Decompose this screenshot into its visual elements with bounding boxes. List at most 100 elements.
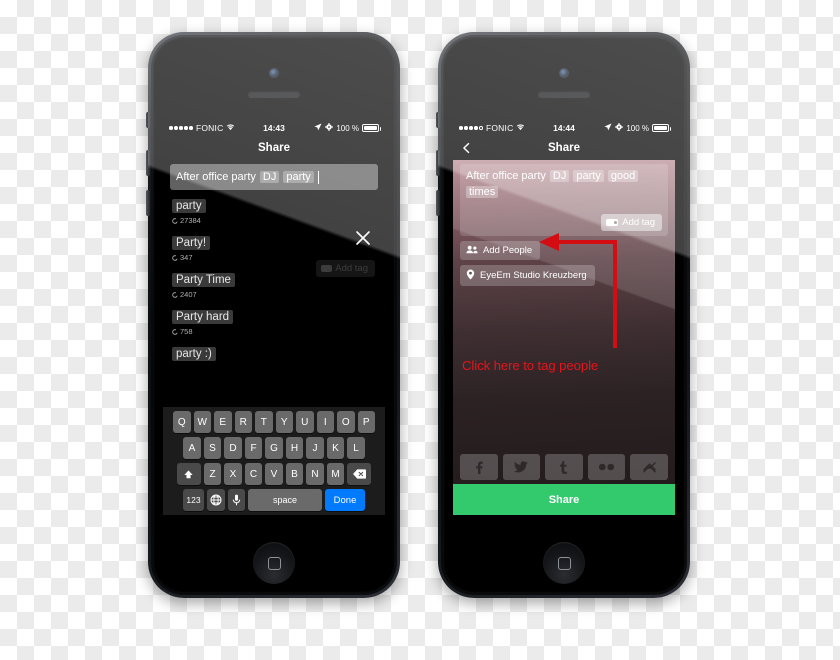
map-pin-icon [466, 269, 475, 283]
caption-text: After office party [466, 170, 546, 182]
volume-up-button[interactable] [436, 150, 440, 176]
numbers-key[interactable]: 123 [183, 489, 204, 511]
mute-switch[interactable] [146, 112, 150, 128]
home-square-icon [267, 556, 281, 570]
key-e[interactable]: E [214, 411, 232, 433]
tag-chip[interactable]: DJ [259, 171, 280, 183]
tag-chip[interactable]: party [573, 170, 604, 182]
key-g[interactable]: G [265, 437, 283, 459]
tumblr-icon[interactable] [545, 454, 583, 480]
volume-down-button[interactable] [146, 190, 150, 216]
microphone-icon[interactable] [227, 489, 245, 511]
keyboard-row-2: A S D F G H J K L [165, 437, 383, 459]
key-z[interactable]: Z [203, 463, 222, 485]
suggestion-tag-label: party :) [172, 347, 216, 361]
tag-chip[interactable]: party [283, 171, 314, 183]
key-d[interactable]: D [224, 437, 242, 459]
key-b[interactable]: B [285, 463, 304, 485]
facebook-icon[interactable] [460, 454, 498, 480]
keyboard-row-1: Q W E R T Y U I O P [165, 411, 383, 433]
key-c[interactable]: C [244, 463, 263, 485]
right-phone: FONIC 14:44 100 % Share After office par… [436, 32, 690, 598]
people-icon [466, 245, 478, 257]
key-j[interactable]: J [306, 437, 324, 459]
keyboard-row-3: Z X C V B N M [165, 463, 383, 485]
keyboard-row-4: 123 space Done [165, 489, 383, 511]
key-t[interactable]: T [255, 411, 273, 433]
home-button[interactable] [253, 542, 295, 584]
list-item[interactable]: Party! 347 [172, 233, 376, 262]
left-screen: FONIC 14:43 100 % Share After office par… [163, 120, 385, 515]
front-camera-icon [270, 69, 278, 77]
status-time: 14:44 [553, 123, 575, 133]
suggestion-count: 758 [172, 327, 376, 336]
suggestion-tag-label: Party Time [172, 273, 235, 287]
key-m[interactable]: M [326, 463, 345, 485]
nav-bar: Share [453, 136, 675, 160]
key-i[interactable]: I [316, 411, 334, 433]
key-v[interactable]: V [265, 463, 283, 485]
key-y[interactable]: Y [275, 411, 293, 433]
page-title: Share [548, 142, 580, 154]
location-button[interactable]: EyeEm Studio Kreuzberg [460, 265, 595, 286]
home-button[interactable] [543, 542, 585, 584]
close-x-icon[interactable] [355, 230, 371, 246]
right-screen: FONIC 14:44 100 % Share After office par… [453, 120, 675, 515]
key-f[interactable]: F [244, 437, 263, 459]
foursquare-icon[interactable] [630, 454, 668, 480]
volume-down-button[interactable] [436, 190, 440, 216]
suggestion-tag-label: Party hard [172, 310, 234, 324]
back-chevron-icon[interactable] [461, 142, 472, 154]
refresh-icon [172, 217, 178, 224]
key-r[interactable]: R [234, 411, 252, 433]
key-p[interactable]: P [357, 411, 375, 433]
add-tag-label: Add tag [622, 217, 655, 228]
key-n[interactable]: N [306, 463, 324, 485]
status-bar: FONIC 14:43 100 % [163, 120, 385, 136]
key-o[interactable]: O [337, 411, 355, 433]
refresh-icon [172, 291, 178, 298]
earpiece-speaker [248, 91, 300, 98]
key-x[interactable]: X [224, 463, 242, 485]
share-button[interactable]: Share [453, 484, 675, 515]
front-camera-icon [560, 69, 568, 77]
key-a[interactable]: A [183, 437, 201, 459]
key-w[interactable]: W [193, 411, 211, 433]
home-square-icon [557, 556, 571, 570]
list-item[interactable]: party 27384 [172, 196, 376, 225]
key-u[interactable]: U [296, 411, 314, 433]
mute-switch[interactable] [436, 112, 440, 128]
left-phone: FONIC 14:43 100 % Share After office par… [146, 32, 400, 598]
key-s[interactable]: S [203, 437, 222, 459]
flickr-icon[interactable] [587, 454, 626, 480]
text-caret [317, 170, 319, 184]
tag-chip[interactable]: times [466, 186, 499, 198]
list-item[interactable]: party :) [172, 344, 376, 362]
onscreen-keyboard[interactable]: Q W E R T Y U I O P A S D F G H J K L Z … [163, 407, 385, 515]
tag-chip[interactable]: good [607, 170, 639, 182]
tag-chip[interactable]: DJ [549, 170, 570, 182]
add-people-label: Add People [483, 245, 533, 256]
backspace-icon[interactable] [347, 463, 372, 485]
add-tag-button[interactable]: Add tag [601, 214, 662, 231]
add-people-button[interactable]: Add People [460, 241, 541, 260]
volume-up-button[interactable] [146, 150, 150, 176]
twitter-icon[interactable] [502, 454, 541, 480]
key-h[interactable]: H [285, 437, 304, 459]
social-share-row[interactable] [453, 454, 675, 484]
caption-tag-box[interactable]: After office party DJ party good times A… [460, 164, 668, 236]
key-l[interactable]: L [347, 437, 365, 459]
page-title: Share [258, 142, 290, 154]
list-item[interactable]: Party hard 758 [172, 307, 376, 336]
location-label: EyeEm Studio Kreuzberg [480, 270, 587, 281]
tag-input-field[interactable]: After office party DJ party [170, 164, 378, 190]
done-button[interactable]: Done [325, 489, 365, 511]
earpiece-speaker [538, 91, 590, 98]
space-key[interactable]: space [248, 489, 322, 511]
globe-icon[interactable] [207, 489, 225, 511]
key-k[interactable]: K [326, 437, 345, 459]
shift-up-arrow-icon[interactable] [176, 463, 201, 485]
key-q[interactable]: Q [173, 411, 191, 433]
tag-suggestion-list[interactable]: party 27384 Party! 347 Party Time 2407 P… [163, 196, 385, 407]
add-tag-button[interactable]: Add tag [316, 260, 375, 277]
